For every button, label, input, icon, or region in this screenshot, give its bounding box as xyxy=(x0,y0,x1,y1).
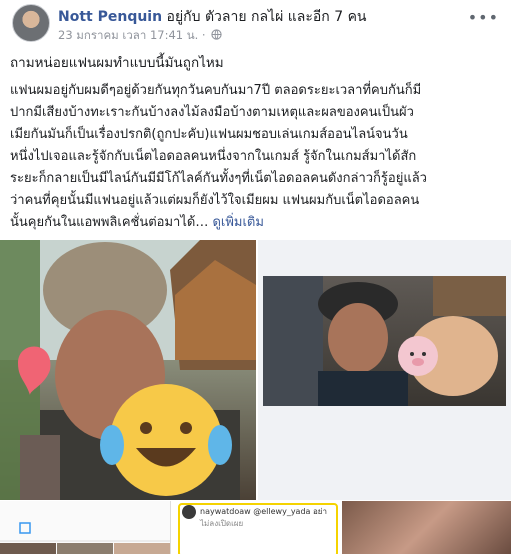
body-line: ปากมีเสียงบ้างทะเราะกันบ้างลงไม้ลงมือบ้า… xyxy=(10,105,414,120)
body-last-text: นั้นคุยกันในแอพพลิเคชั่นต่อมาได้… xyxy=(10,215,209,230)
couple-illustration xyxy=(263,276,506,406)
thumbnail-closeup[interactable] xyxy=(342,501,511,554)
post-meta: 23 มกราคม เวลา 17:41 น. · xyxy=(58,27,222,45)
globe-icon[interactable] xyxy=(211,28,222,43)
photo-selfie-left[interactable] xyxy=(0,240,256,500)
photo-grid xyxy=(0,240,511,500)
author-avatar[interactable] xyxy=(12,4,50,42)
meta-separator: · xyxy=(198,28,210,42)
commenter-sub: ไม่ลงเปิดเผย xyxy=(200,519,244,528)
couple-image xyxy=(263,276,506,406)
post-body: แฟนผมอยู่กับผมดีๆอยู่ด้วยกันทุกวันคบกันม… xyxy=(10,80,504,234)
post-header: Nott Penquin อยู่กับ ตัวลาย กลไผ่ และอีก… xyxy=(0,0,511,50)
commenter-avatar xyxy=(182,505,196,519)
photo-thumbnails: naywatdoaw @ellewy_yada อย่า ไม่ลงเปิดเผ… xyxy=(0,501,511,554)
body-line: แฟนผมอยู่กับผมดีๆอยู่ด้วยกันทุกวันคบกันม… xyxy=(10,83,422,98)
thumbnail-profile-grid[interactable] xyxy=(0,501,171,554)
body-line-last: นั้นคุยกันในแอพพลิเคชั่นต่อมาได้… ดูเพิ่… xyxy=(10,212,504,234)
thumbnail-instagram-comment[interactable]: naywatdoaw @ellewy_yada อย่า ไม่ลงเปิดเผ… xyxy=(172,501,340,554)
body-line: ว่าคนที่คุยนั้นมีแฟนอยู่แล้วแต่ผมก็ยังไว… xyxy=(10,193,420,208)
ellipsis-icon[interactable]: ••• xyxy=(468,8,499,27)
body-line: หนึ่งไปเจอและรู้จักกับเน็ตไอดอลคนหนึ่งจา… xyxy=(10,149,417,164)
post-title: ถามหน่อยแฟนผมทำแบบนี้มันถูกไหม xyxy=(10,55,224,71)
grid-icon xyxy=(0,522,170,554)
body-line: เมียกันมันก็เป็นเรื่องปรกติ(ถูกปะคับ)แฟน… xyxy=(10,127,408,142)
post-timestamp[interactable]: 23 มกราคม เวลา 17:41 น. xyxy=(58,28,198,42)
body-line: ระยะก็กลายเป็นมีไลน์กันมีมีโก้ไลค์กันทั้… xyxy=(10,171,427,186)
tagged-with-text[interactable]: อยู่กับ ตัวลาย กลไผ่ และอีก 7 คน xyxy=(167,9,367,25)
author-name[interactable]: Nott Penquin xyxy=(58,9,162,25)
selfie-illustration xyxy=(0,240,256,500)
photo-couple-right[interactable] xyxy=(258,240,511,500)
author-line: Nott Penquin อยู่กับ ตัวลาย กลไผ่ และอีก… xyxy=(58,6,367,28)
see-more-link[interactable]: ดูเพิ่มเติม xyxy=(212,215,263,230)
